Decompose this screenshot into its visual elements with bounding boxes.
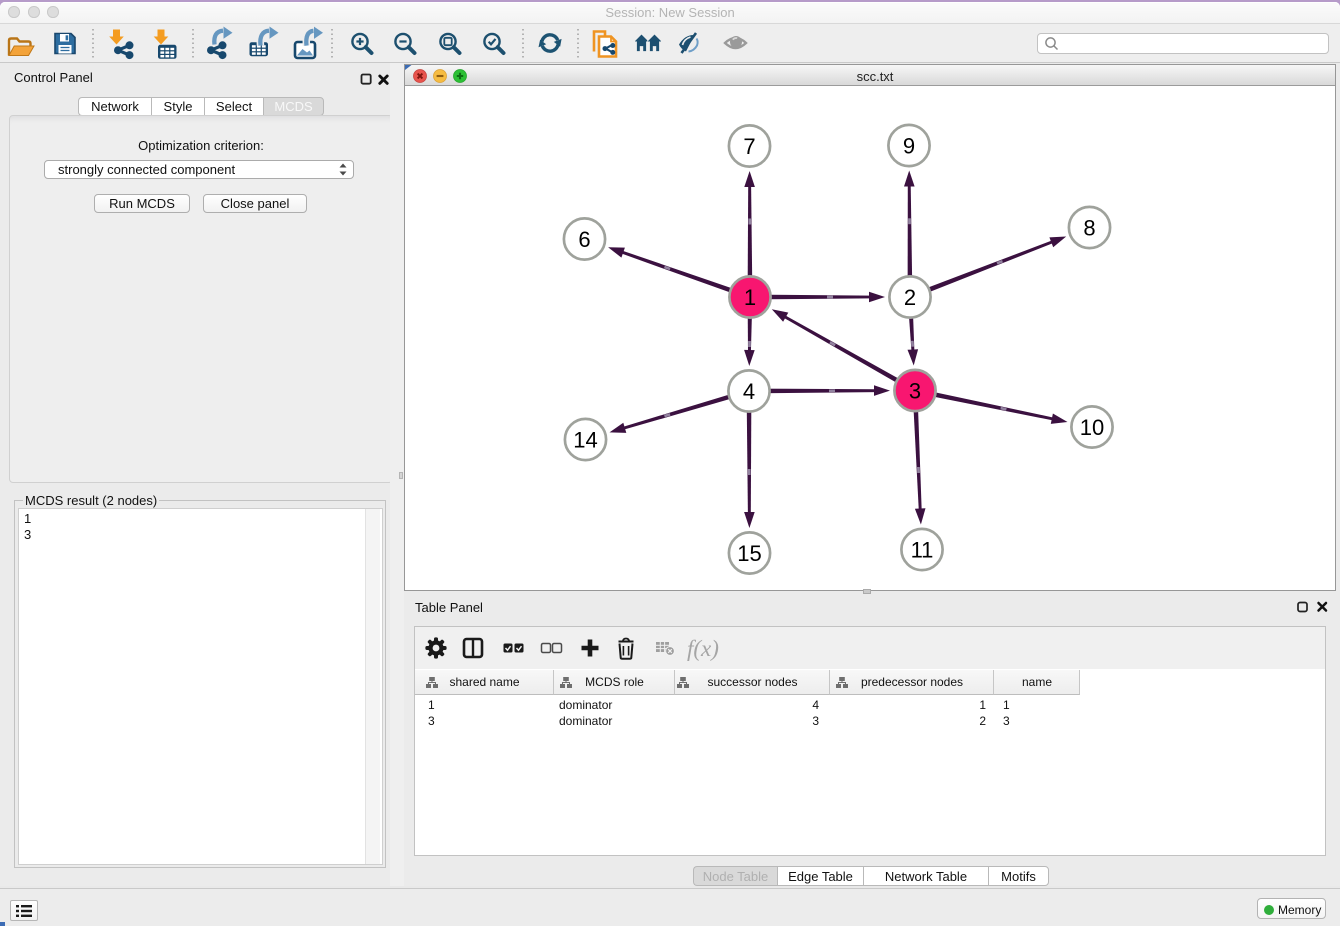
svg-text:7: 7 <box>743 134 755 159</box>
svg-text:15: 15 <box>737 541 761 566</box>
svg-text:f(x): f(x) <box>687 636 719 661</box>
svg-text:14: 14 <box>573 427 597 452</box>
svg-text:6: 6 <box>578 227 590 252</box>
svg-text:1: 1 <box>744 285 756 310</box>
svg-text:3: 3 <box>909 378 921 403</box>
svg-text:11: 11 <box>911 537 934 562</box>
svg-text:8: 8 <box>1083 215 1095 240</box>
svg-text:2: 2 <box>904 285 916 310</box>
svg-text:4: 4 <box>743 379 755 404</box>
svg-text:9: 9 <box>903 133 915 158</box>
svg-text:10: 10 <box>1080 415 1104 440</box>
